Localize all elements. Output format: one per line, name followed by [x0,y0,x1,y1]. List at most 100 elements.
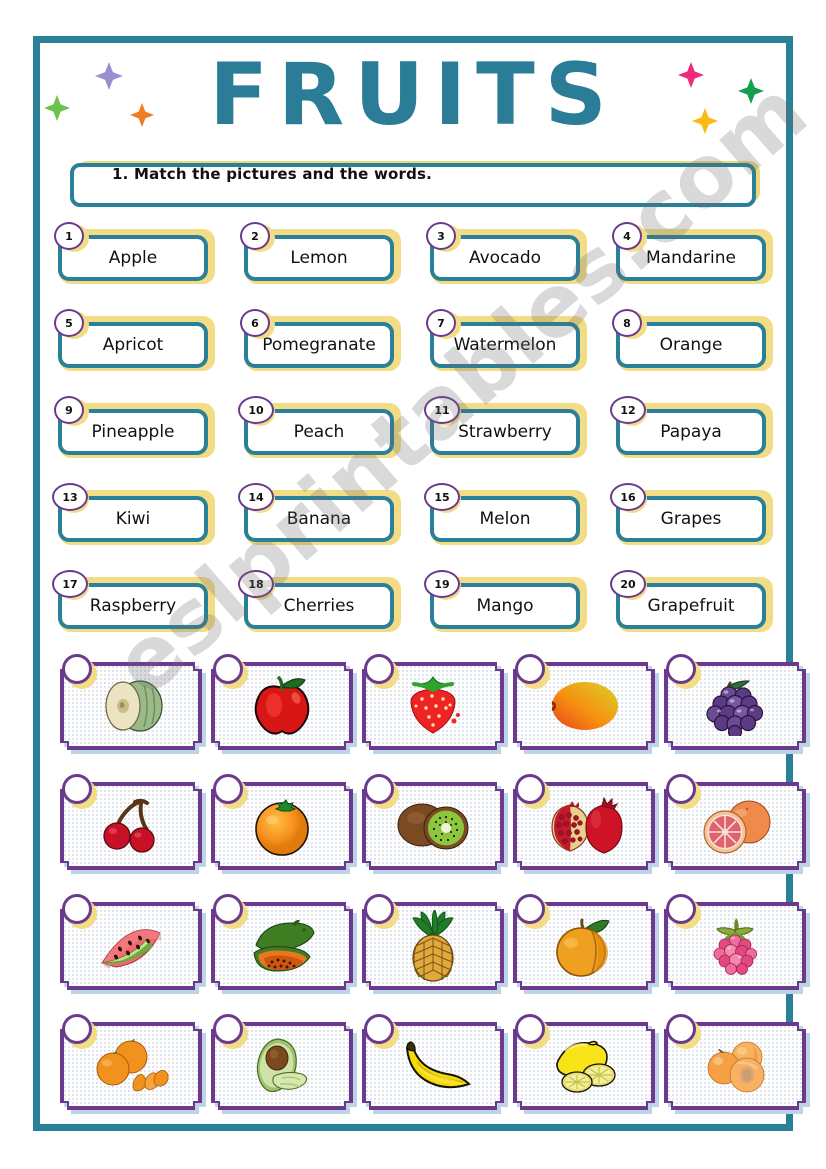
answer-circle[interactable] [515,1014,545,1044]
word-item-3[interactable]: Avocado 3 [424,222,587,292]
answer-circle[interactable] [213,774,243,804]
picture-card[interactable] [511,774,661,882]
answer-circle[interactable] [515,894,545,924]
word-row: Pineapple 9 Peach 10 Strawberry 11 Papay… [52,396,782,483]
answer-circle[interactable] [515,774,545,804]
word-item-7[interactable]: Watermelon 7 [424,309,587,379]
picture-card[interactable] [360,1014,510,1122]
answer-circle[interactable] [666,894,696,924]
word-item-1[interactable]: Apple 1 [52,222,215,292]
word-item-8[interactable]: Orange 8 [610,309,773,379]
answer-circle[interactable] [666,774,696,804]
word-label: Avocado [468,248,542,268]
picture-card[interactable] [209,654,359,762]
answer-circle[interactable] [62,894,92,924]
word-label: Mandarine [645,248,736,268]
page-title: FRUITS [209,45,617,145]
word-label: Orange [659,335,723,355]
word-number-badge: 11 [424,396,460,424]
word-number-badge: 13 [52,483,88,511]
word-number-badge: 4 [612,222,642,250]
word-label: Peach [293,422,345,442]
word-number-badge: 1 [54,222,84,250]
word-number-badge: 20 [610,570,646,598]
word-label: Pineapple [91,422,175,442]
picture-card[interactable] [662,774,812,882]
answer-circle[interactable] [364,894,394,924]
word-item-2[interactable]: Lemon 2 [238,222,401,292]
word-label: Apple [108,248,158,268]
answer-circle[interactable] [213,894,243,924]
word-number-badge: 14 [238,483,274,511]
word-item-18[interactable]: Cherries 18 [238,570,401,640]
word-item-9[interactable]: Pineapple 9 [52,396,215,466]
word-item-5[interactable]: Apricot 5 [52,309,215,379]
answer-circle[interactable] [62,1014,92,1044]
picture-card[interactable] [58,654,208,762]
picture-card[interactable] [58,774,208,882]
picture-card[interactable] [662,1014,812,1122]
answer-circle[interactable] [213,654,243,684]
word-item-16[interactable]: Grapes 16 [610,483,773,553]
word-row: Raspberry 17 Cherries 18 Mango 19 Grapef… [52,570,782,657]
picture-card[interactable] [58,1014,208,1122]
word-label: Strawberry [458,422,552,442]
word-row: Kiwi 13 Banana 14 Melon 15 Grapes 16 [52,483,782,570]
picture-card[interactable] [360,654,510,762]
answer-circle[interactable] [666,654,696,684]
word-item-20[interactable]: Grapefruit 20 [610,570,773,640]
word-item-19[interactable]: Mango 19 [424,570,587,640]
picture-card[interactable] [209,1014,359,1122]
picture-card[interactable] [360,894,510,1002]
word-number-badge: 10 [238,396,274,424]
word-number-badge: 9 [54,396,84,424]
word-number-badge: 12 [610,396,646,424]
word-number-badge: 7 [426,309,456,337]
picture-card-grid [58,654,810,1138]
picture-card[interactable] [58,894,208,1002]
word-item-10[interactable]: Peach 10 [238,396,401,466]
word-row: Apple 1 Lemon 2 Avocado 3 Mandarine 4 [52,222,782,309]
word-label: Banana [286,509,352,529]
word-number-badge: 5 [54,309,84,337]
word-list-grid: Apple 1 Lemon 2 Avocado 3 Mandarine 4 Ap [52,222,782,657]
answer-circle[interactable] [213,1014,243,1044]
word-number-badge: 17 [52,570,88,598]
word-item-17[interactable]: Raspberry 17 [52,570,215,640]
word-item-14[interactable]: Banana 14 [238,483,401,553]
word-label: Melon [479,509,531,529]
picture-card[interactable] [662,894,812,1002]
picture-row [58,894,810,1018]
word-number-badge: 2 [240,222,270,250]
word-number-badge: 3 [426,222,456,250]
word-number-badge: 6 [240,309,270,337]
answer-circle[interactable] [364,774,394,804]
picture-card[interactable] [511,894,661,1002]
word-item-15[interactable]: Melon 15 [424,483,587,553]
picture-card[interactable] [511,1014,661,1122]
picture-row [58,1014,810,1138]
word-item-11[interactable]: Strawberry 11 [424,396,587,466]
answer-circle[interactable] [515,654,545,684]
word-label: Apricot [102,335,164,355]
answer-circle[interactable] [364,654,394,684]
word-item-4[interactable]: Mandarine 4 [610,222,773,292]
word-label: Raspberry [89,596,177,616]
word-item-13[interactable]: Kiwi 13 [52,483,215,553]
picture-card[interactable] [209,894,359,1002]
word-number-badge: 15 [424,483,460,511]
answer-circle[interactable] [364,1014,394,1044]
answer-circle[interactable] [62,654,92,684]
picture-card[interactable] [662,654,812,762]
picture-card[interactable] [511,654,661,762]
word-number-badge: 16 [610,483,646,511]
word-item-12[interactable]: Papaya 12 [610,396,773,466]
picture-card[interactable] [360,774,510,882]
picture-row [58,774,810,898]
word-item-6[interactable]: Pomegranate 6 [238,309,401,379]
title-area: FRUITS [40,43,786,148]
answer-circle[interactable] [62,774,92,804]
answer-circle[interactable] [666,1014,696,1044]
word-label: Grapes [660,509,722,529]
picture-card[interactable] [209,774,359,882]
